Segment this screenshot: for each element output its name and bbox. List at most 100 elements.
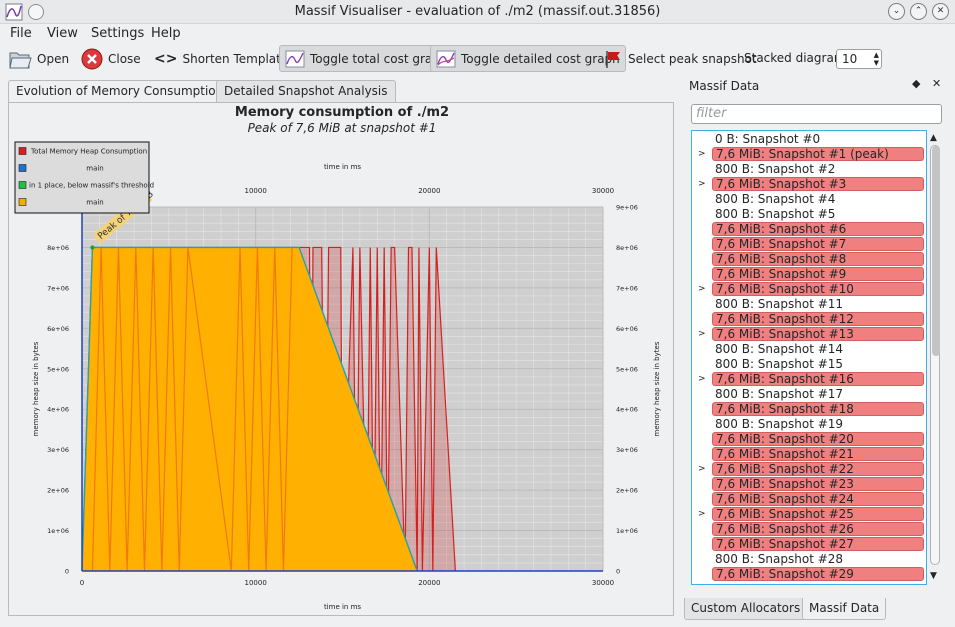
list-item[interactable]: >7,6 MiB: Snapshot #25 [692, 507, 926, 522]
list-item[interactable]: 7,6 MiB: Snapshot #23 [692, 477, 926, 492]
list-item[interactable]: 800 B: Snapshot #15 [692, 357, 926, 372]
list-item[interactable]: >7,6 MiB: Snapshot #3 [692, 177, 926, 192]
list-item-label: 7,6 MiB: Snapshot #8 [712, 252, 924, 266]
snapshot-tree[interactable]: 0 B: Snapshot #0 >7,6 MiB: Snapshot #1 (p… [691, 130, 927, 585]
tab-custom-allocators[interactable]: Custom Allocators [684, 598, 808, 620]
menu-view[interactable]: View [47, 26, 78, 41]
maximize-button[interactable]: ⌃ [910, 3, 927, 20]
tree-scrollbar[interactable]: ▲ ▼ [929, 133, 941, 583]
list-item[interactable]: 7,6 MiB: Snapshot #20 [692, 432, 926, 447]
toolbar: Open Close <> Shorten Templates Toggle t… [0, 44, 955, 74]
y-tick-label-right: 5e+06 [616, 365, 638, 373]
list-item[interactable]: 800 B: Snapshot #5 [692, 207, 926, 222]
close-window-button[interactable]: ✕ [932, 3, 949, 20]
y-tick-label: 6e+06 [47, 325, 69, 333]
expand-arrow-icon[interactable]: > [698, 372, 706, 386]
scroll-up-icon[interactable]: ▲ [930, 133, 937, 143]
dock-float-icon[interactable]: ◆ [912, 77, 920, 90]
y-axis-label: memory heap size in bytes [32, 341, 40, 436]
dock-close-icon[interactable]: ✕ [932, 77, 941, 90]
y-tick-label-right: 4e+06 [616, 406, 638, 414]
y-tick-label-right: 2e+06 [616, 487, 638, 495]
list-item[interactable]: 7,6 MiB: Snapshot #7 [692, 237, 926, 252]
list-item[interactable]: 800 B: Snapshot #28 [692, 552, 926, 567]
peak-point [90, 245, 95, 250]
legend-entry: main [86, 199, 104, 207]
x-tick-label: 0 [80, 579, 84, 587]
toggle-detailed-cost-button[interactable]: Toggle detailed cost graph [430, 45, 626, 72]
list-item-label: 7,6 MiB: Snapshot #10 [712, 282, 924, 296]
tab-evolution[interactable]: Evolution of Memory Consumption [8, 80, 232, 103]
list-item-label: 7,6 MiB: Snapshot #18 [712, 402, 924, 416]
list-item[interactable]: 7,6 MiB: Snapshot #8 [692, 252, 926, 267]
y-tick-label: 5e+06 [47, 365, 69, 373]
expand-arrow-icon[interactable]: > [698, 462, 706, 476]
list-item-label: 800 B: Snapshot #17 [715, 387, 844, 401]
list-item[interactable]: >7,6 MiB: Snapshot #13 [692, 327, 926, 342]
minimize-button[interactable]: ⌄ [888, 3, 905, 20]
list-item[interactable]: 7,6 MiB: Snapshot #12 [692, 312, 926, 327]
list-item[interactable]: 7,6 MiB: Snapshot #24 [692, 492, 926, 507]
stacked-diagrams-spinbox[interactable]: 10 ▲ ▼ [836, 49, 882, 69]
list-item[interactable]: 0 B: Snapshot #0 [692, 132, 926, 147]
list-item-label: 0 B: Snapshot #0 [715, 132, 821, 146]
toggle-total-cost-button[interactable]: Toggle total cost graph [279, 45, 454, 72]
shorten-templates-button[interactable]: <> Shorten Templates [149, 45, 299, 72]
scroll-down-icon[interactable]: ▼ [930, 571, 937, 581]
list-item[interactable]: 7,6 MiB: Snapshot #21 [692, 447, 926, 462]
list-item[interactable]: 800 B: Snapshot #11 [692, 297, 926, 312]
x-tick-label-top: 20000 [418, 187, 440, 195]
title-bar: Massif Visualiser - evaluation of ./m2 (… [0, 0, 955, 24]
tab-detailed-snapshot[interactable]: Detailed Snapshot Analysis [216, 80, 396, 102]
list-item[interactable]: 7,6 MiB: Snapshot #6 [692, 222, 926, 237]
y-tick-label-right: 1e+06 [616, 527, 638, 535]
open-label: Open [37, 51, 70, 66]
list-item[interactable]: >7,6 MiB: Snapshot #10 [692, 282, 926, 297]
expand-arrow-icon[interactable]: > [698, 282, 706, 296]
list-item[interactable]: 7,6 MiB: Snapshot #26 [692, 522, 926, 537]
menu-settings[interactable]: Settings [91, 26, 144, 41]
list-item[interactable]: >7,6 MiB: Snapshot #16 [692, 372, 926, 387]
list-item[interactable]: 800 B: Snapshot #19 [692, 417, 926, 432]
list-item-label: 800 B: Snapshot #14 [715, 342, 844, 356]
y-tick-label: 2e+06 [47, 487, 69, 495]
legend-swatch [18, 147, 27, 155]
list-item[interactable]: 7,6 MiB: Snapshot #27 [692, 537, 926, 552]
list-item[interactable]: 800 B: Snapshot #17 [692, 387, 926, 402]
list-item[interactable]: >7,6 MiB: Snapshot #22 [692, 462, 926, 477]
list-item-label: 7,6 MiB: Snapshot #29 [712, 567, 924, 581]
list-item[interactable]: 7,6 MiB: Snapshot #9 [692, 267, 926, 282]
list-item[interactable]: 800 B: Snapshot #4 [692, 192, 926, 207]
close-button[interactable]: Close [76, 45, 146, 72]
select-peak-button[interactable]: Select peak snapshot [598, 45, 762, 72]
list-item[interactable]: 7,6 MiB: Snapshot #18 [692, 402, 926, 417]
scroll-track[interactable] [930, 145, 940, 565]
list-item[interactable]: 800 B: Snapshot #14 [692, 342, 926, 357]
y-tick-label: 8e+06 [47, 244, 69, 252]
y-axis-label-right: memory heap size in bytes [653, 341, 661, 436]
expand-arrow-icon[interactable]: > [698, 507, 706, 521]
list-item[interactable]: 800 B: Snapshot #2 [692, 162, 926, 177]
expand-arrow-icon[interactable]: > [698, 147, 706, 161]
menu-file[interactable]: File [10, 26, 32, 41]
tab-massif-data[interactable]: Massif Data [802, 598, 887, 620]
list-item-label: 7,6 MiB: Snapshot #25 [712, 507, 924, 521]
list-item-label: 7,6 MiB: Snapshot #16 [712, 372, 924, 386]
flag-icon [606, 50, 620, 68]
scroll-thumb[interactable] [932, 146, 940, 356]
expand-arrow-icon[interactable]: > [698, 177, 706, 191]
open-button[interactable]: Open [3, 45, 74, 72]
expand-arrow-icon[interactable]: > [698, 327, 706, 341]
list-item-label: 7,6 MiB: Snapshot #9 [712, 267, 924, 281]
memory-chart[interactable]: 00100001000020000200003000030000001e+061… [9, 103, 675, 617]
y-tick-label-right: 0 [616, 568, 620, 576]
spin-arrows-icon[interactable]: ▲ ▼ [874, 51, 879, 67]
stacked-diagrams-value: 10 [842, 52, 858, 66]
menu-help[interactable]: Help [151, 26, 181, 41]
list-item[interactable]: 7,6 MiB: Snapshot #29 [692, 567, 926, 582]
y-tick-label-right: 8e+06 [616, 244, 638, 252]
tab-custom-allocators-label: Custom Allocators [691, 601, 801, 615]
filter-input[interactable]: filter [691, 104, 942, 124]
list-item[interactable]: >7,6 MiB: Snapshot #1 (peak) [692, 147, 926, 162]
legend-entry: in 1 place, below massif's threshold [29, 182, 154, 190]
